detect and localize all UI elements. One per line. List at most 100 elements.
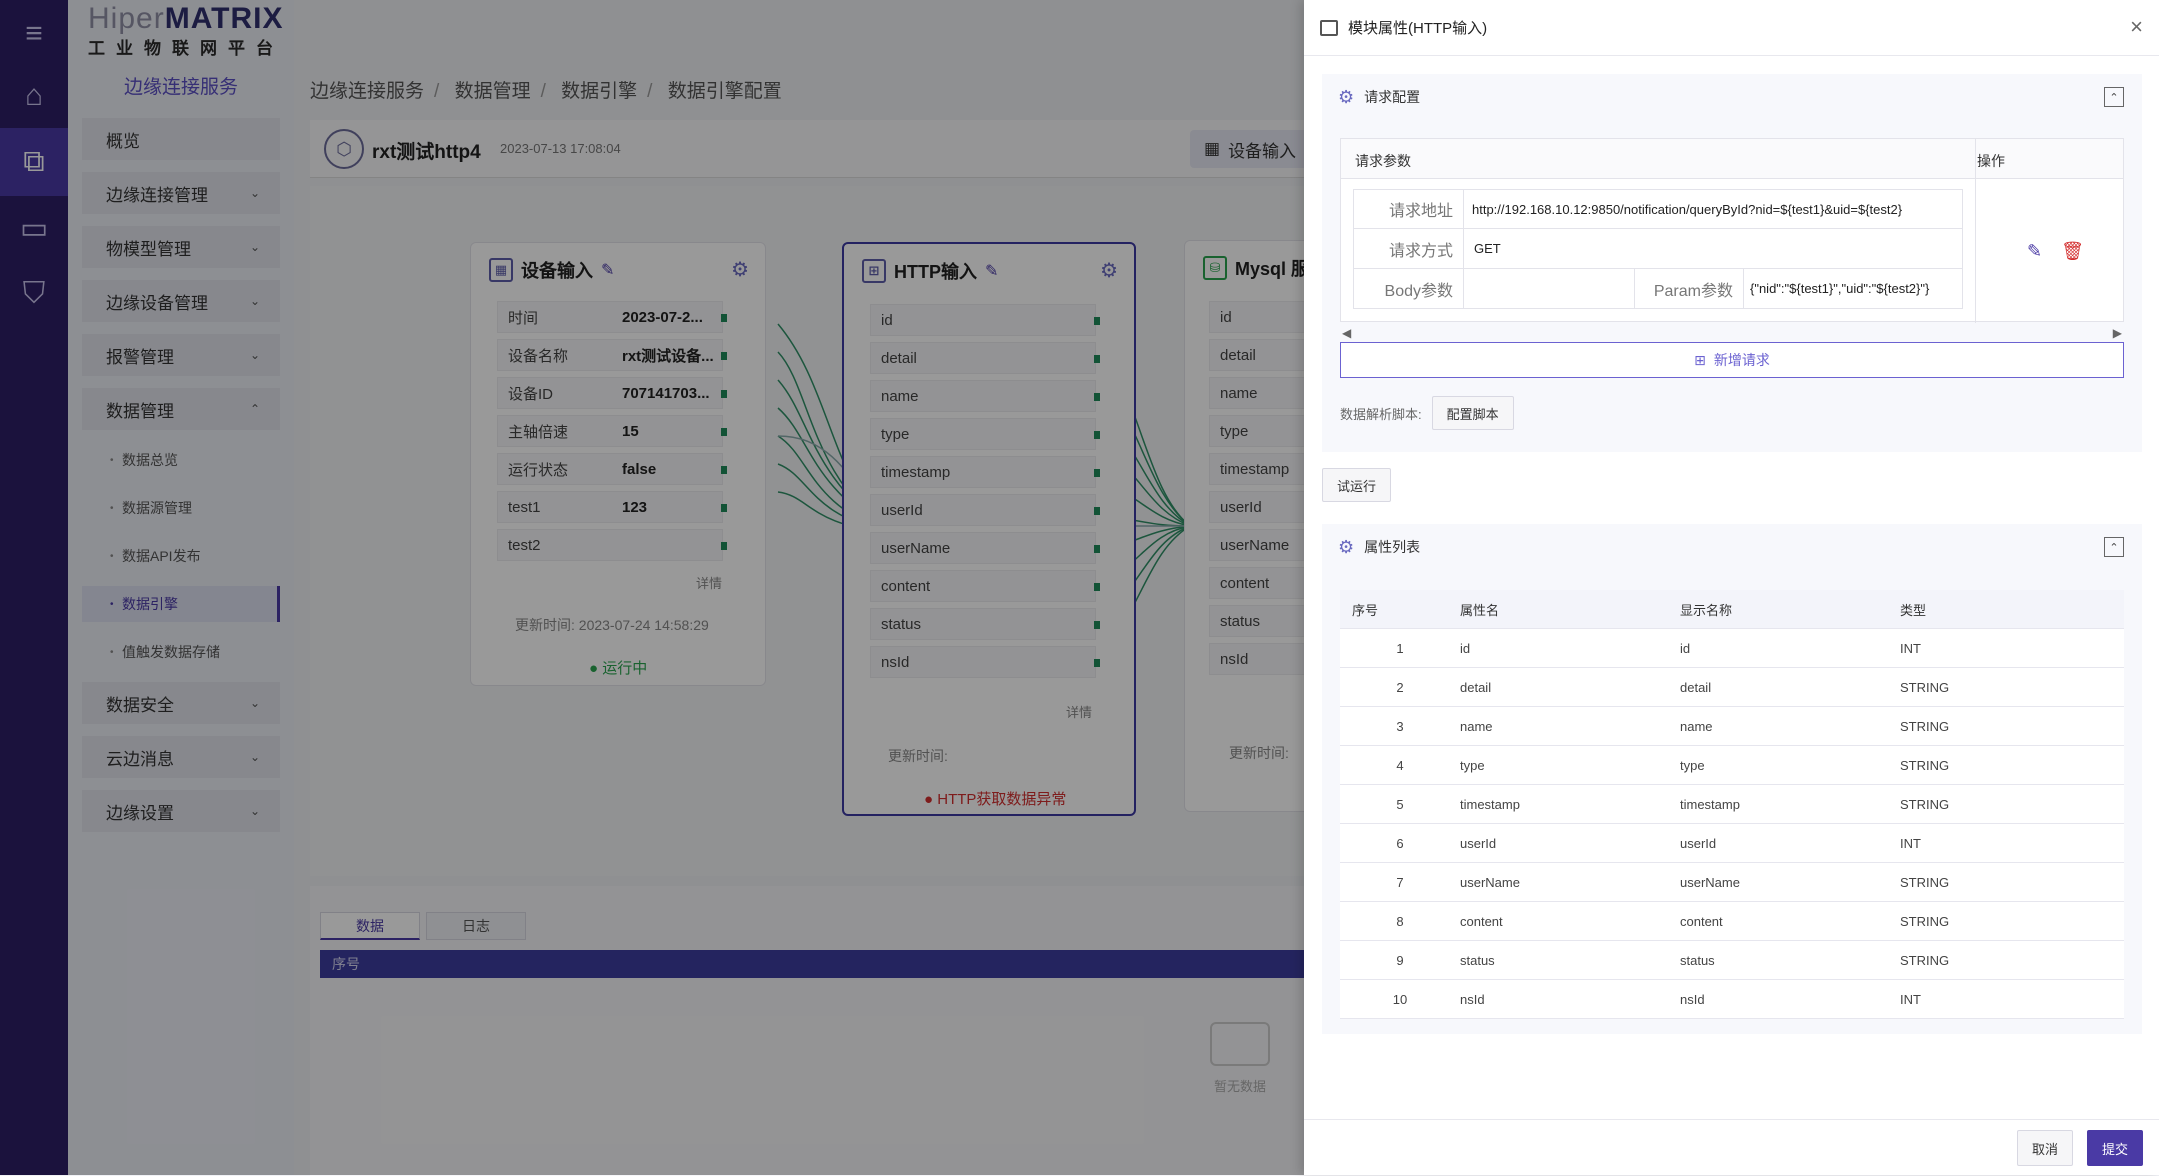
col-index: 序号 [1352,602,1379,618]
collapse-icon[interactable]: ⌃ [2104,537,2124,557]
cell-index: 5 [1396,796,1404,812]
table-row: 8 content content STRING [1340,902,2124,941]
script-row: 数据解析脚本: 配置脚本 [1340,396,1514,430]
cell-display-name: userName [1680,874,1740,890]
cell-index: 3 [1396,718,1404,734]
cell-type: STRING [1900,718,1950,734]
request-table: 请求参数 操作 请求地址 http://192.168.10.12:9850/n… [1340,138,2124,323]
cell-type: INT [1900,835,1921,851]
drawer-footer: 取消 提交 [1304,1119,2159,1175]
url-value[interactable]: http://192.168.10.12:9850/notification/q… [1472,202,1902,217]
cell-display-name: nsId [1680,991,1705,1007]
submit-button[interactable]: 提交 [2086,1130,2143,1166]
table-row: 6 userId userId INT [1340,824,2124,863]
cell-display-name: timestamp [1680,796,1740,812]
cell-attr-name: nsId [1460,991,1485,1007]
cell-display-name: id [1680,640,1691,656]
scroll-left-icon[interactable]: ◀ [1342,326,1351,340]
param-label: Param参数 [1634,269,1744,308]
col-attr-name: 属性名 [1460,602,1500,618]
cancel-button[interactable]: 取消 [2016,1130,2073,1166]
trial-run-button[interactable]: 试运行 [1322,468,1392,502]
col-type: 类型 [1900,602,1927,618]
cell-attr-name: content [1460,913,1503,929]
row-actions: ✎ 🗑 [2027,241,2084,262]
section-title: 属性列表 [1364,539,1421,555]
cell-index: 8 [1396,913,1404,929]
horizontal-scrollbar[interactable]: ◀ ▶ [1340,326,2124,340]
cell-type: STRING [1900,874,1950,890]
table-row: 2 detail detail STRING [1340,668,2124,707]
cell-index: 1 [1396,640,1404,656]
cell-type: STRING [1900,796,1950,812]
trial-run-wrap: 试运行 [1322,468,1392,502]
column-divider [1975,139,1976,323]
table-row: 7 userName userName STRING [1340,863,2124,902]
cell-attr-name: timestamp [1460,796,1520,812]
attribute-table: 序号 属性名 显示名称 类型 1 id id INT 2 detail detail STR… [1340,590,2124,1019]
cell-index: 4 [1396,757,1404,773]
table-row: 1 id id INT [1340,629,2124,668]
cell-index: 7 [1396,874,1404,890]
table-header-row: 序号 属性名 显示名称 类型 [1340,590,2124,629]
cell-display-name: userId [1680,835,1717,851]
cell-index: 2 [1396,679,1404,695]
module-properties-drawer: 模块属性(HTTP输入) × ⚙ 请求配置 ⌃ 请求参数 操作 请求地址 htt… [1304,0,2159,1175]
section-header: ⚙ 属性列表 ⌃ [1322,524,2142,570]
gear-icon: ⚙ [1338,86,1355,107]
drawer-header: 模块属性(HTTP输入) × [1304,0,2159,56]
body-label: Body参数 [1354,269,1464,308]
cell-type: INT [1900,991,1921,1007]
add-icon: ⊞ [1694,351,1706,368]
request-config-section: ⚙ 请求配置 ⌃ 请求参数 操作 请求地址 http://192.168.10.… [1322,74,2142,452]
table-row: 5 timestamp timestamp STRING [1340,785,2124,824]
cell-display-name: name [1680,718,1713,734]
cell-index: 10 [1392,991,1408,1007]
cell-attr-name: type [1460,757,1485,773]
drawer-title: 模块属性(HTTP输入) [1348,20,1488,37]
col-display-name: 显示名称 [1680,602,1733,618]
request-table-header: 请求参数 操作 [1341,139,2123,179]
close-icon[interactable]: × [2130,14,2143,40]
table-row: 4 type type STRING [1340,746,2124,785]
method-label: 请求方式 [1354,229,1464,268]
url-label: 请求地址 [1354,190,1464,228]
edit-icon[interactable]: ✎ [2027,241,2042,261]
cell-display-name: type [1680,757,1705,773]
script-label: 数据解析脚本: [1340,406,1422,422]
table-row: 9 status status STRING [1340,941,2124,980]
cell-attr-name: name [1460,718,1493,734]
collapse-icon[interactable]: ⌃ [2104,87,2124,107]
cell-index: 6 [1396,835,1404,851]
url-row: 请求地址 http://192.168.10.12:9850/notificat… [1353,189,1963,229]
cell-attr-name: status [1460,952,1495,968]
table-row: 10 nsId nsId INT [1340,980,2124,1019]
header-params: 请求参数 [1355,153,1411,169]
cell-attr-name: detail [1460,679,1492,695]
list-icon [1320,19,1338,36]
section-header: ⚙ 请求配置 ⌃ [1322,74,2142,120]
cell-attr-name: userId [1460,835,1497,851]
cell-attr-name: userName [1460,874,1520,890]
cell-display-name: detail [1680,679,1712,695]
cell-attr-name: id [1460,640,1471,656]
cell-type: STRING [1900,952,1950,968]
table-row: 3 name name STRING [1340,707,2124,746]
cell-display-name: content [1680,913,1723,929]
add-request-button[interactable]: ⊞ 新增请求 [1340,342,2124,378]
param-value[interactable]: {"nid":"${test1}","uid":"${test2}"} [1750,281,1929,296]
cell-type: STRING [1900,679,1950,695]
delete-icon[interactable]: 🗑 [2061,241,2084,261]
add-request-label: 新增请求 [1713,352,1770,368]
cell-type: INT [1900,640,1921,656]
scroll-right-icon[interactable]: ▶ [2113,326,2122,340]
cell-display-name: status [1680,952,1715,968]
cell-type: STRING [1900,757,1950,773]
header-ops: 操作 [1977,153,2005,169]
section-title: 请求配置 [1364,89,1421,105]
method-value[interactable]: GET [1474,241,1501,256]
config-script-button[interactable]: 配置脚本 [1431,396,1514,430]
cell-index: 9 [1396,952,1404,968]
gear-icon: ⚙ [1338,536,1355,557]
params-row: Body参数 Param参数 {"nid":"${test1}","uid":"… [1353,269,1963,309]
